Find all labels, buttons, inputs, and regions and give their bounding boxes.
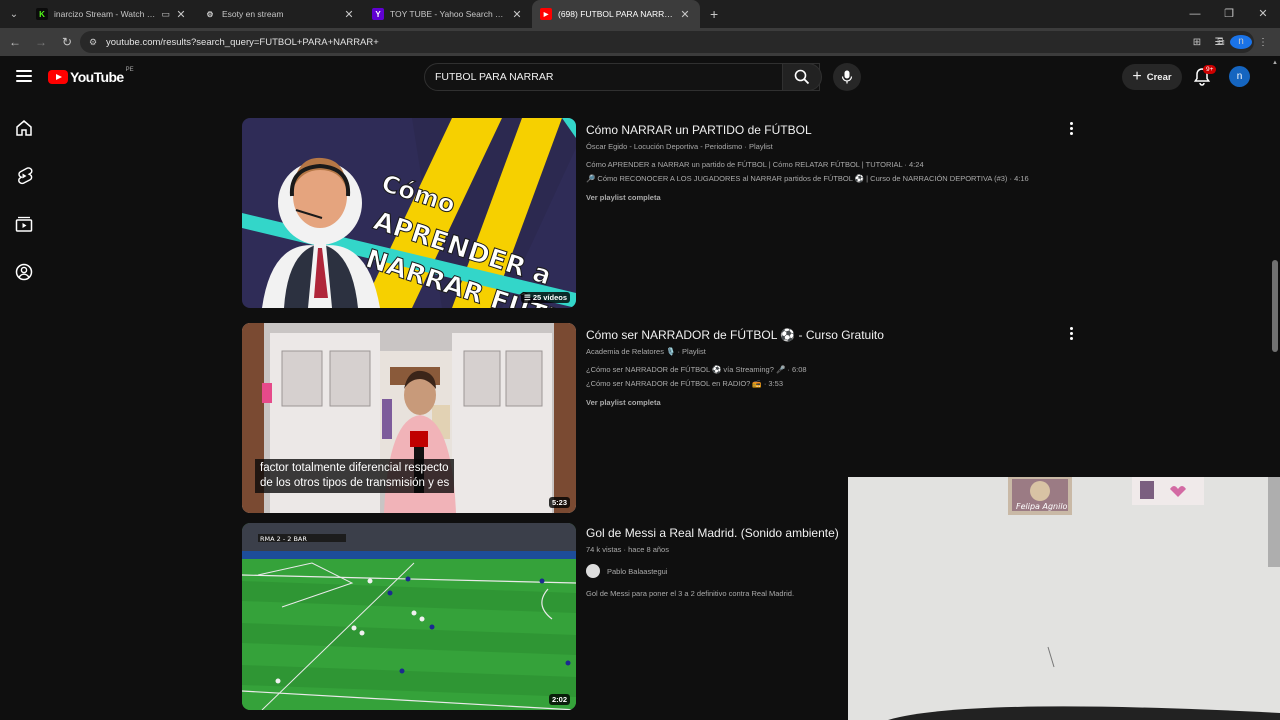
video-duration: 5:23 <box>548 497 570 508</box>
tab-title: TOY TUBE - Yahoo Search Tus r <box>390 9 506 19</box>
tab-title: inarcizo Stream - Watch Live <box>54 9 158 19</box>
more-options-icon[interactable] <box>1068 122 1074 137</box>
forward-icon[interactable]: → <box>30 35 52 49</box>
webcam-card-text: Felipa Agnilo <box>1016 502 1068 511</box>
result-title[interactable]: Cómo ser NARRADOR de FÚTBOL ⚽ - Curso Gr… <box>586 327 1056 343</box>
subscriptions-icon[interactable] <box>14 214 34 234</box>
maximize-icon[interactable]: ❐ <box>1212 0 1246 28</box>
close-tab-icon[interactable]: ✕ <box>678 8 692 21</box>
youtube-play-icon <box>48 70 68 84</box>
view-full-playlist-link[interactable]: Ver playlist completa <box>586 193 1056 202</box>
menu-icon[interactable] <box>16 70 32 84</box>
video-caption: factor totalmente diferencial respecto d… <box>255 459 455 493</box>
browser-tab[interactable]: K inarcizo Stream - Watch Live ▭ ✕ <box>28 0 196 28</box>
youtube-favicon-icon: ▶ <box>540 8 552 20</box>
country-code: PE <box>125 67 134 73</box>
search-input[interactable]: FUTBOL PARA NARRAR <box>435 71 789 83</box>
browser-toolbar: ← → ↻ ⚙ youtube.com/results?search_query… <box>0 28 1280 56</box>
scroll-up-arrow-icon[interactable]: ▲ <box>1272 60 1278 66</box>
reload-icon[interactable]: ↻ <box>56 35 78 49</box>
logo-text: YouTube <box>70 69 124 85</box>
thumbnail-image: Cómo APRENDER a NARRAR FÚTBOL <box>242 118 576 308</box>
browser-menu-icon[interactable]: ⋮ <box>1252 37 1274 48</box>
video-thumbnail[interactable]: RMA 2 - 2 BAR 2:02 <box>242 523 576 710</box>
shorts-icon[interactable] <box>14 166 34 186</box>
plus-icon: + <box>1132 68 1142 85</box>
youtube-masthead: YouTube PE FUTBOL PARA NARRAR ✕ + Crear … <box>0 56 1280 98</box>
you-profile-icon[interactable] <box>14 262 34 282</box>
search-result-playlist[interactable]: Cómo APRENDER a NARRAR FÚTBOL ☰ 25 vídeo… <box>242 118 1082 310</box>
channel-name[interactable]: Pablo Balaastegui <box>607 567 667 576</box>
cast-icon: ▭ <box>161 8 170 19</box>
thumbnail-image: RMA 2 - 2 BAR <box>242 523 576 710</box>
settings-favicon-icon: ⚙ <box>206 9 214 19</box>
playlist-video-line[interactable]: ¿Cómo ser NARRADOR de FÚTBOL ⚽ vía Strea… <box>586 365 1056 375</box>
playlist-thumbnail[interactable]: Cómo APRENDER a NARRAR FÚTBOL ☰ 25 vídeo… <box>242 118 576 308</box>
result-meta[interactable]: Óscar Egido - Locución Deportiva - Perio… <box>586 142 1056 151</box>
result-info: Cómo NARRAR un PARTIDO de FÚTBOL Óscar E… <box>586 122 1056 202</box>
playlist-video-line[interactable]: Cómo APRENDER a NARRAR un partido de FÚT… <box>586 160 1056 170</box>
tab-title: (698) FUTBOL PARA NARRAR - <box>558 9 674 19</box>
voice-search-button[interactable] <box>833 63 861 91</box>
browser-tab-strip: ⌄ K inarcizo Stream - Watch Live ▭ ✕ ⚙ E… <box>0 0 1280 28</box>
webcam-overlay: Felipa Agnilo <box>848 477 1280 720</box>
scoreboard-text: RMA 2 - 2 BAR <box>260 535 307 543</box>
tab-search-button[interactable]: ⌄ <box>6 6 22 22</box>
close-window-icon[interactable]: ✕ <box>1246 0 1280 28</box>
profile-avatar[interactable]: n <box>1230 35 1252 49</box>
minimize-icon[interactable]: — <box>1178 0 1212 28</box>
media-controls-icon[interactable]: ☰ <box>1208 37 1230 48</box>
tab-title: Esoty en stream <box>222 9 284 19</box>
webcam-image: Felipa Agnilo <box>848 477 1280 720</box>
channel-avatar[interactable] <box>586 564 600 578</box>
playlist-video-line[interactable]: 🔎 Cómo RECONOCER A LOS JUGADORES al NARR… <box>586 174 1056 184</box>
browser-tab[interactable]: Y TOY TUBE - Yahoo Search Tus r ✕ <box>364 0 532 28</box>
url-text: youtube.com/results?search_query=FUTBOL+… <box>106 36 379 48</box>
address-bar[interactable]: ⚙ youtube.com/results?search_query=FUTBO… <box>80 31 1254 53</box>
window-controls: — ❐ ✕ <box>1178 0 1280 28</box>
more-options-icon[interactable] <box>1068 327 1074 342</box>
microphone-icon <box>841 70 853 84</box>
result-meta[interactable]: Academia de Relatores 🎙️ · Playlist <box>586 347 1056 356</box>
playlist-thumbnail[interactable]: factor totalmente diferencial respecto d… <box>242 323 576 513</box>
result-info: Cómo ser NARRADOR de FÚTBOL ⚽ - Curso Gr… <box>586 327 1056 407</box>
result-title[interactable]: Cómo NARRAR un PARTIDO de FÚTBOL <box>586 122 1056 138</box>
account-avatar[interactable]: n <box>1229 66 1250 87</box>
create-button[interactable]: + Crear <box>1122 64 1182 90</box>
site-info-icon[interactable]: ⚙ <box>86 37 100 48</box>
video-duration: 2:02 <box>548 694 570 705</box>
scrollbar-thumb[interactable] <box>1272 260 1278 352</box>
playlist-video-count: ☰ 25 vídeos <box>521 292 570 303</box>
search-button[interactable] <box>782 63 822 91</box>
create-label: Crear <box>1146 71 1172 83</box>
caption-line: factor totalmente diferencial respecto <box>260 462 449 474</box>
notifications-badge: 9+ <box>1203 65 1217 74</box>
search-icon <box>794 69 810 85</box>
close-tab-icon[interactable]: ✕ <box>174 8 188 21</box>
close-tab-icon[interactable]: ✕ <box>510 8 524 21</box>
kick-favicon-icon: K <box>36 8 48 20</box>
new-tab-icon[interactable]: + <box>710 6 718 22</box>
extensions-icon[interactable]: ⊞ <box>1186 37 1208 48</box>
youtube-logo[interactable]: YouTube PE <box>48 67 134 85</box>
browser-tab[interactable]: ⚙ Esoty en stream ✕ <box>196 0 364 28</box>
view-full-playlist-link[interactable]: Ver playlist completa <box>586 398 1056 407</box>
yahoo-favicon-icon: Y <box>372 8 384 20</box>
browser-tab-active[interactable]: ▶ (698) FUTBOL PARA NARRAR - ✕ <box>532 0 700 28</box>
caption-line: de los otros tipos de transmisión y es <box>260 477 450 489</box>
home-icon[interactable] <box>14 118 34 138</box>
close-tab-icon[interactable]: ✕ <box>342 8 356 21</box>
search-box[interactable]: FUTBOL PARA NARRAR ✕ <box>424 63 820 91</box>
back-icon[interactable]: ← <box>4 35 26 49</box>
playlist-video-line[interactable]: ¿Cómo ser NARRADOR de FÚTBOL en RADIO? 📻… <box>586 379 1056 389</box>
